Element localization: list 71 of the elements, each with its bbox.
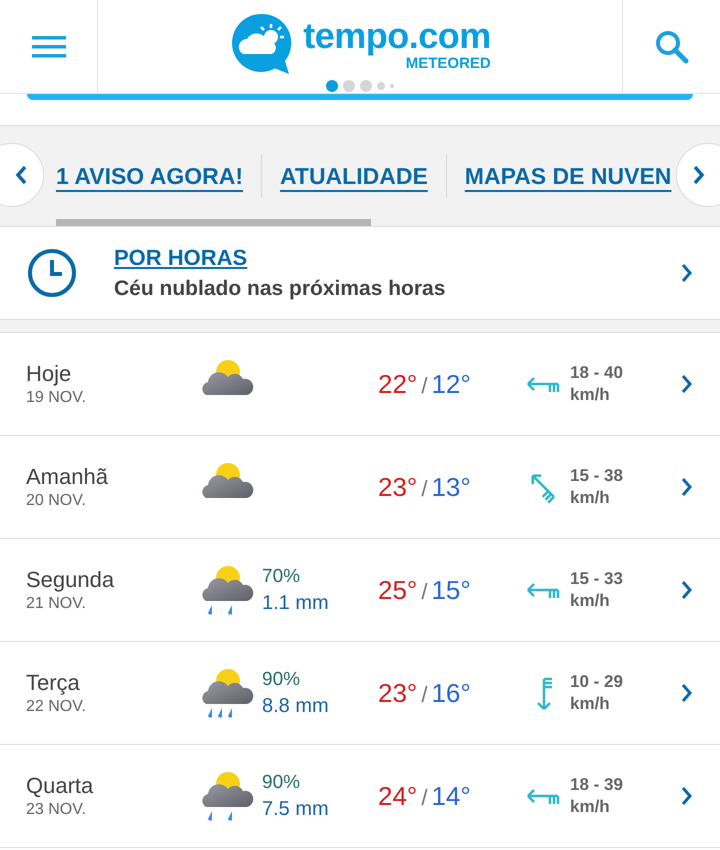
pager-dot[interactable] [343, 80, 355, 92]
chevron-right-icon [680, 262, 694, 284]
wind-unit: km/h [570, 693, 611, 715]
rain-chance: 90% [262, 772, 302, 794]
wind-unit: km/h [570, 590, 611, 612]
max-temperature: 23° [378, 472, 418, 502]
rain-amount: 7.5 mm [262, 798, 330, 820]
logo-icon [229, 12, 294, 76]
day-date: 19 NOV. [26, 389, 87, 407]
temperature-separator: / [421, 578, 428, 604]
day-name: Segunda [26, 567, 116, 593]
nav-link[interactable]: ATUALIDADE [280, 162, 428, 190]
min-temperature: 12° [431, 368, 471, 400]
max-temperature: 25° [378, 574, 418, 606]
wind-speed: 10 - 29 [570, 670, 623, 693]
pager-dot[interactable] [326, 80, 338, 92]
hourly-link[interactable]: POR HORAS [114, 245, 248, 271]
wind-unit: km/h [570, 796, 611, 818]
day-date: 21 NOV. [26, 595, 87, 613]
search-icon [654, 30, 688, 64]
wind-unit: km/h [570, 384, 611, 406]
day-name: Hoje [26, 361, 72, 387]
nav-link[interactable]: 1 AVISO AGORA! [56, 162, 243, 190]
forecast-row[interactable]: Amanhã 20 NOV. 23°/13° 15 - 38 km/h [0, 436, 720, 539]
menu-icon [32, 34, 66, 60]
clock-icon [26, 247, 78, 299]
min-temperature: 13° [431, 472, 471, 502]
logo-name: tempo.com [303, 18, 491, 54]
day-name: Amanhã [26, 464, 109, 490]
day-date: 20 NOV. [26, 492, 87, 510]
max-temperature: 24° [378, 780, 418, 812]
day-date: 23 NOV. [26, 801, 87, 819]
chevron-right-icon [680, 373, 694, 395]
wind-speed: 18 - 39 [570, 774, 623, 796]
temperature-separator: / [421, 682, 428, 708]
max-temperature: 23° [378, 678, 418, 708]
nav-link[interactable]: MAPAS DE NUVEN [464, 162, 672, 190]
temperature-separator: / [421, 372, 428, 398]
forecast-row[interactable]: Quarta 23 NOV. 90% 7.5 mm 24°/14° 18 - 39 km/h [0, 745, 720, 848]
rain-chance: 90% [262, 668, 302, 690]
chevron-right-icon [680, 476, 694, 498]
chevron-right-icon [692, 164, 706, 186]
logo-subtitle: METEORED [406, 56, 491, 70]
day-date: 22 NOV. [26, 698, 87, 716]
min-temperature: 16° [431, 678, 471, 708]
min-temperature: 14° [431, 780, 471, 812]
forecast-row[interactable]: Segunda 21 NOV. 70% 1.1 mm 25°/15° 15 - 33 km/h [0, 539, 720, 642]
max-temperature: 22° [378, 368, 418, 400]
hourly-summary: Céu nublado nas próximas horas [114, 277, 446, 301]
rain-chance: 70% [262, 566, 302, 588]
pager-dot[interactable] [360, 80, 372, 92]
rain-amount: 8.8 mm [262, 694, 330, 718]
pager-dot[interactable] [377, 82, 385, 90]
chevron-right-icon [680, 579, 694, 601]
wind-unit: km/h [570, 487, 611, 509]
wind-speed: 15 - 33 [570, 568, 623, 590]
min-temperature: 15° [431, 574, 471, 606]
chevron-right-icon [680, 785, 694, 807]
day-name: Quarta [26, 773, 94, 799]
scrollbar-thumb[interactable] [56, 219, 371, 226]
forecast-row[interactable]: Hoje 19 NOV. 22°/12° 18 - 40 km/h [0, 333, 720, 436]
rain-amount: 1.1 mm [262, 592, 330, 614]
temperature-separator: / [421, 476, 428, 502]
temperature-separator: / [421, 784, 428, 810]
pager-dot[interactable] [390, 84, 394, 88]
wind-speed: 18 - 40 [570, 362, 623, 384]
chevron-right-icon [680, 682, 694, 704]
day-name: Terça [26, 670, 81, 696]
forecast-row[interactable]: Terça 22 NOV. 90% 8.8 mm 23°/16° 10 - 29 km/h [0, 642, 720, 745]
chevron-left-icon [14, 164, 28, 186]
wind-speed: 15 - 38 [570, 464, 623, 487]
